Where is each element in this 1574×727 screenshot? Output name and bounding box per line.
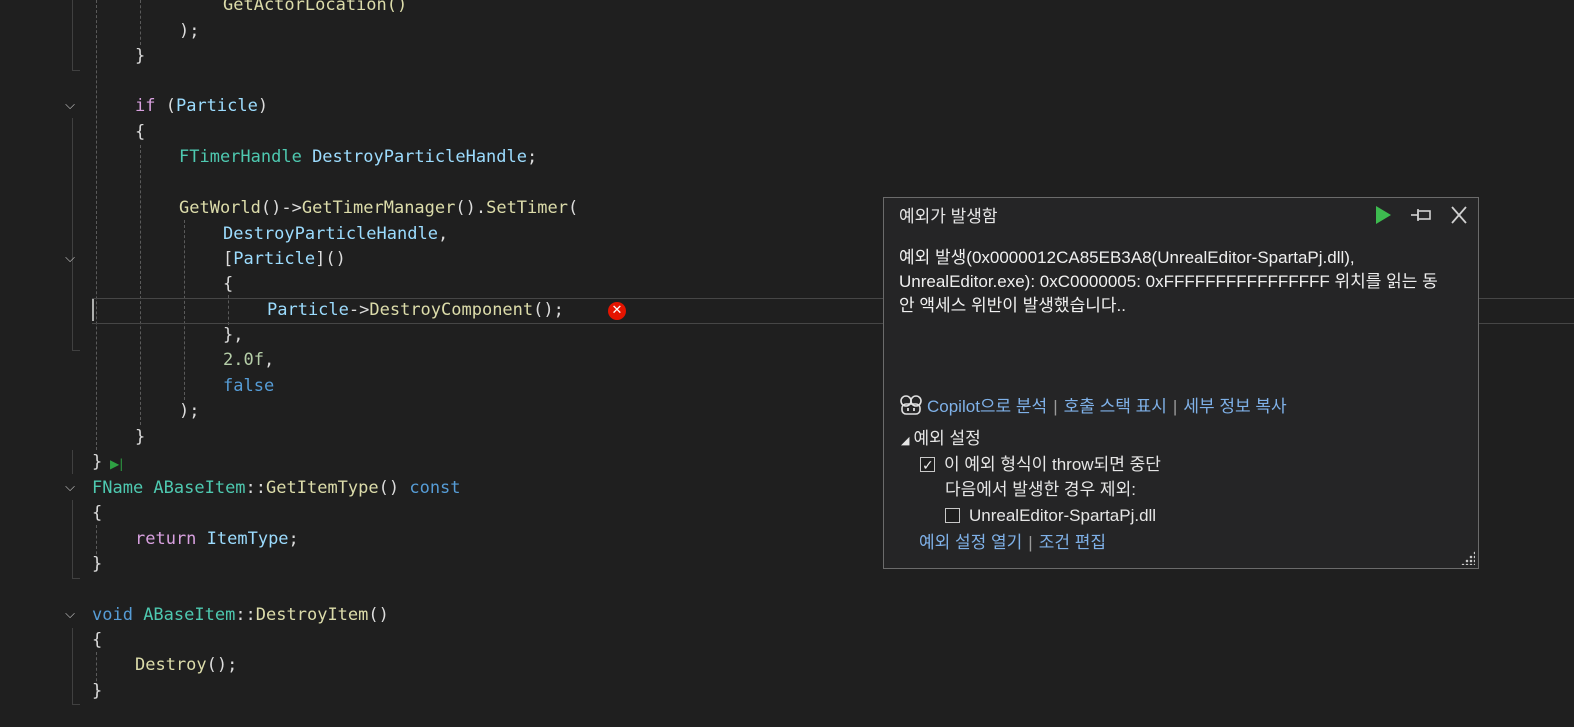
- dll-exclusion-checkbox[interactable]: [945, 508, 960, 523]
- open-exception-settings-link[interactable]: 예외 설정 열기: [919, 533, 1022, 552]
- scope-guide-end: [72, 578, 80, 579]
- resize-grip-icon[interactable]: [1461, 551, 1475, 565]
- scope-guide: [72, 272, 73, 322]
- error-icon[interactable]: ✕: [608, 302, 626, 320]
- break-on-throw-option[interactable]: 이 예외 형식이 throw되면 중단: [920, 453, 1161, 478]
- message-line: UnrealEditor.exe): 0xC0000005: 0xFFFFFFF…: [899, 272, 1438, 291]
- continue-icon[interactable]: [1372, 204, 1394, 226]
- indent-guide: [140, 0, 141, 45]
- code-line: GetWorld()->GetTimerManager().SetTimer(: [179, 198, 579, 218]
- code-line: }: [92, 452, 103, 472]
- close-icon[interactable]: [1449, 204, 1469, 226]
- dll-exclusion-label: UnrealEditor-SpartaPj.dll: [969, 506, 1157, 525]
- scope-guide: [72, 500, 73, 578]
- code-line: return ItemType;: [135, 529, 299, 549]
- indent-guide: [140, 145, 141, 425]
- dll-exclusion-option[interactable]: UnrealEditor-SpartaPj.dll: [945, 504, 1156, 528]
- link-separator: |: [1053, 397, 1058, 416]
- scope-guide-end: [72, 70, 80, 71]
- scope-guide: [72, 450, 73, 474]
- code-line: );: [179, 401, 200, 421]
- text-caret: [92, 299, 94, 321]
- settings-header-label: 예외 설정: [913, 429, 981, 448]
- code-line: }: [135, 46, 146, 66]
- copilot-icon[interactable]: [899, 394, 923, 423]
- code-line: Destroy();: [135, 655, 238, 675]
- code-line: FTimerHandle DestroyParticleHandle;: [179, 147, 538, 167]
- code-line: {: [135, 122, 146, 142]
- code-line: DestroyParticleHandle,: [223, 224, 449, 244]
- code-line: [Particle](): [223, 249, 346, 269]
- pin-icon[interactable]: [1409, 204, 1433, 226]
- code-line: false: [223, 376, 275, 396]
- popup-title: 예외가 발생함: [899, 207, 998, 226]
- fold-chevron-icon[interactable]: ⌵: [62, 607, 78, 623]
- collapse-triangle-icon: ◢: [901, 434, 910, 447]
- scope-guide: [72, 0, 73, 70]
- settings-links: 예외 설정 열기 | 조건 편집: [919, 531, 1106, 555]
- code-line: 2.0f,: [223, 350, 275, 370]
- code-line: }: [135, 427, 146, 447]
- scope-guide-end: [72, 350, 80, 351]
- code-line: Particle->DestroyComponent();: [267, 300, 564, 320]
- break-on-throw-checkbox[interactable]: [920, 454, 935, 478]
- fold-chevron-icon[interactable]: ⌵: [62, 480, 78, 496]
- exception-settings-header[interactable]: ◢ 예외 설정: [901, 427, 981, 453]
- link-separator: |: [1172, 397, 1178, 416]
- code-line: }: [92, 554, 103, 574]
- analyze-with-copilot-link[interactable]: Copilot으로 분석: [927, 397, 1047, 416]
- code-line: },: [223, 325, 244, 345]
- fold-chevron-icon[interactable]: ⌵: [62, 251, 78, 267]
- action-links: Copilot으로 분석 | 호출 스택 표시 | 세부 정보 복사: [899, 394, 1287, 423]
- message-line: 안 액세스 위반이 발생했습니다..: [899, 296, 1126, 315]
- code-line: {: [223, 274, 234, 294]
- fold-chevron-icon[interactable]: ⌵: [62, 98, 78, 114]
- code-line: FName ABaseItem::GetItemType() const: [92, 478, 461, 498]
- link-separator: |: [1028, 533, 1033, 552]
- code-line: );: [179, 21, 200, 41]
- indent-guide: [96, 0, 97, 450]
- run-to-end-icon[interactable]: ▶|: [110, 457, 123, 471]
- exception-helper-popup: 예외가 발생함 예외 발생(0x0000012CA85EB3A8(UnrealE…: [883, 197, 1479, 569]
- break-on-throw-label: 이 예외 형식이 throw되면 중단: [944, 455, 1161, 474]
- show-call-stack-link[interactable]: 호출 스택 표시: [1064, 397, 1167, 416]
- code-line: if (Particle): [135, 96, 269, 116]
- scope-guide-end: [72, 704, 80, 705]
- scope-guide: [72, 628, 73, 704]
- copy-details-link[interactable]: 세부 정보 복사: [1183, 397, 1286, 416]
- code-line: }: [92, 681, 103, 701]
- edit-conditions-link[interactable]: 조건 편집: [1039, 533, 1106, 552]
- code-line: GetActorLocation(): [223, 0, 408, 15]
- exception-message: 예외 발생(0x0000012CA85EB3A8(UnrealEditor-Sp…: [899, 246, 1464, 318]
- code-line: {: [92, 630, 103, 650]
- code-line: void ABaseItem::DestroyItem(): [92, 605, 389, 625]
- message-line: 예외 발생(0x0000012CA85EB3A8(UnrealEditor-Sp…: [899, 248, 1355, 267]
- code-line: {: [92, 503, 103, 523]
- except-when-label: 다음에서 발생한 경우 제외:: [945, 480, 1136, 499]
